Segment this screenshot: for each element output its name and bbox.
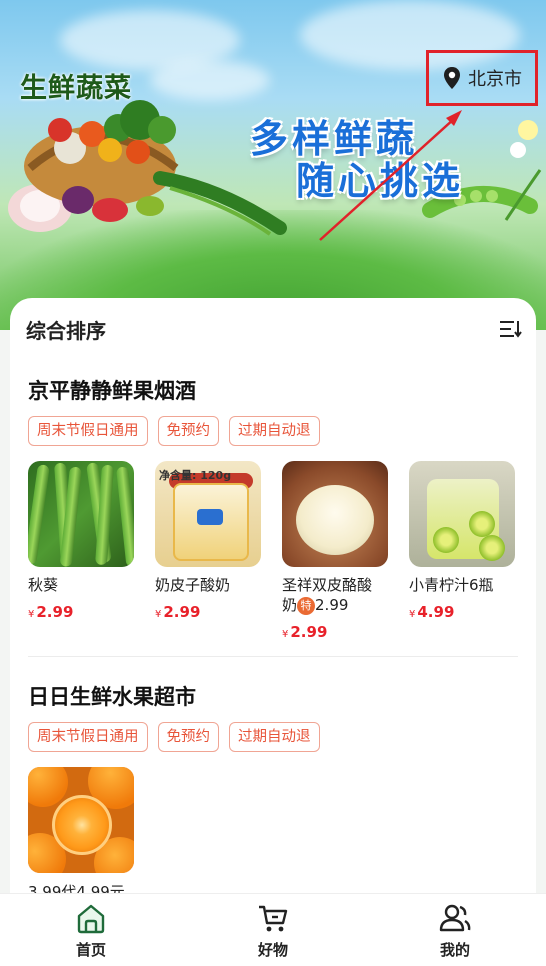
product-row: 3.99代4.99元	[28, 767, 320, 902]
nav-goods-label: 好物	[257, 940, 288, 959]
sort-lines-icon[interactable]	[500, 320, 522, 338]
tag: 免预约	[157, 416, 219, 446]
product-card[interactable]: 净含量: 120g 奶皮子酸奶 ¥2.99	[155, 461, 261, 641]
product-image-okra[interactable]	[28, 461, 134, 567]
home-icon	[77, 904, 105, 933]
nav-home[interactable]: 首页	[41, 901, 141, 960]
store-list-card: 综合排序 京平静静鲜果烟酒 周末节假日通用 免预约 过期自动退 秋葵 ¥ 2.9…	[10, 298, 536, 918]
product-card[interactable]: 小青柠汁6瓶 ¥4.99	[409, 461, 515, 641]
special-badge: 特	[297, 597, 316, 615]
tag: 过期自动退	[229, 722, 320, 752]
store-tags: 周末节假日通用 免预约 过期自动退	[28, 416, 515, 446]
tag: 免预约	[157, 722, 219, 752]
product-name: 圣祥双皮酪酸奶特 2.99	[282, 576, 373, 615]
product-image-cheese[interactable]	[282, 461, 388, 567]
product-card[interactable]: 3.99代4.99元	[28, 767, 134, 902]
cart-icon	[259, 905, 288, 931]
store-name[interactable]: 日日生鲜水果超市	[28, 682, 320, 712]
store-block[interactable]: 京平静静鲜果烟酒 周末节假日通用 免预约 过期自动退 秋葵 ¥2.99 净含量:…	[28, 376, 515, 641]
annotation-arrow	[319, 110, 462, 241]
nav-mine[interactable]: 我的	[405, 901, 505, 960]
tag: 周末节假日通用	[28, 722, 148, 752]
product-row: 秋葵 ¥2.99 净含量: 120g 奶皮子酸奶 ¥2.99 圣祥双皮酪酸奶特 2…	[28, 461, 515, 641]
product-name: 小青柠汁6瓶	[409, 576, 494, 594]
header-banner: 生鲜蔬菜 北京市 多样鲜蔬 随心挑选	[0, 0, 546, 330]
store-tags: 周末节假日通用 免预约 过期自动退	[28, 722, 320, 752]
tag: 过期自动退	[229, 416, 320, 446]
store-block[interactable]: 日日生鲜水果超市 周末节假日通用 免预约 过期自动退 3.99代4.99元	[28, 682, 320, 902]
store-name[interactable]: 京平静静鲜果烟酒	[28, 376, 515, 406]
bottom-nav: 首页 好物 我的	[0, 894, 546, 966]
product-image-yogurt[interactable]: 净含量: 120g	[155, 461, 261, 567]
nav-mine-label: 我的	[439, 940, 470, 959]
nav-goods[interactable]: 好物	[223, 901, 323, 960]
product-name: 奶皮子酸奶	[155, 576, 231, 594]
sort-title[interactable]: 综合排序	[26, 315, 106, 344]
tag: 周末节假日通用	[28, 416, 148, 446]
product-card[interactable]: 秋葵 ¥2.99	[28, 461, 134, 641]
product-price: ¥2.99	[155, 603, 201, 621]
product-name: 秋葵	[28, 576, 59, 594]
product-image-lime-juice[interactable]	[409, 461, 515, 567]
nav-home-label: 首页	[75, 940, 106, 959]
divider	[28, 656, 518, 657]
product-price: ¥2.99	[282, 623, 328, 641]
user-icon	[439, 904, 471, 931]
product-image-orange[interactable]	[28, 767, 134, 873]
product-card[interactable]: 圣祥双皮酪酸奶特 2.99 ¥2.99	[282, 461, 388, 641]
sort-bar: 综合排序	[26, 315, 522, 344]
product-price: ¥2.99	[28, 603, 74, 621]
product-price: ¥4.99	[409, 603, 455, 621]
